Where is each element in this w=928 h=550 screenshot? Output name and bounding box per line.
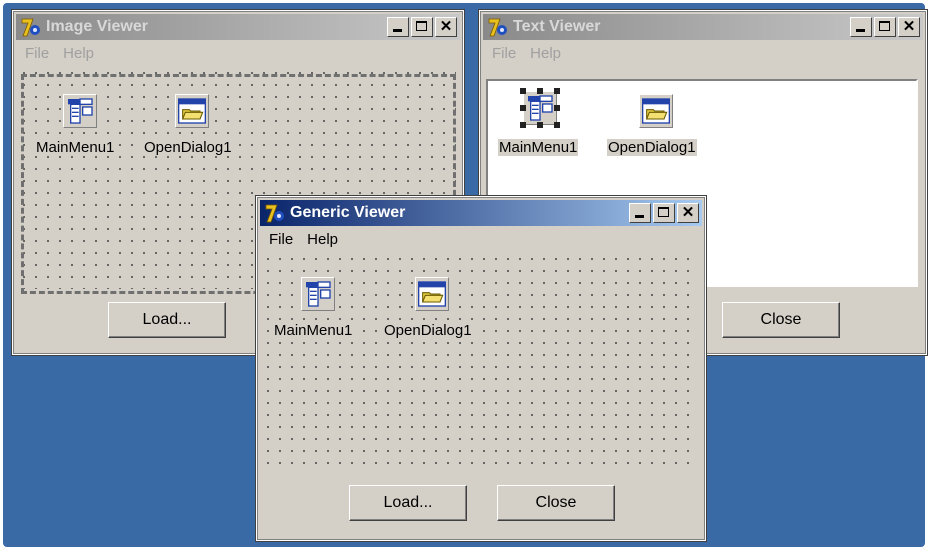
menu-bar: File Help (485, 42, 921, 64)
selection-handle[interactable] (520, 122, 526, 128)
generic-viewer-window: Generic Viewer ✕ File Help MainMenu1 Ope… (255, 195, 707, 542)
window-title: Image Viewer (46, 18, 148, 35)
window-title: Text Viewer (513, 18, 601, 35)
window-title: Generic Viewer (290, 204, 406, 221)
selection-handle[interactable] (554, 105, 560, 111)
selection-handle[interactable] (520, 105, 526, 111)
close-icon[interactable]: ✕ (898, 17, 920, 37)
selection-handle[interactable] (554, 122, 560, 128)
menu-help[interactable]: Help (523, 45, 568, 62)
menu-help[interactable]: Help (56, 45, 101, 62)
menu-file[interactable]: File (262, 231, 300, 248)
load-button[interactable]: Load... (108, 302, 226, 338)
maximize-icon[interactable] (411, 17, 433, 37)
open-dialog-label: OpenDialog1 (383, 322, 473, 339)
open-dialog-component-icon[interactable] (639, 94, 673, 128)
generic-viewer-titlebar[interactable]: Generic Viewer ✕ (260, 200, 702, 226)
menu-help[interactable]: Help (300, 231, 345, 248)
text-viewer-titlebar[interactable]: Text Viewer ✕ (483, 14, 923, 40)
main-menu-component-icon[interactable] (523, 91, 557, 125)
maximize-icon[interactable] (653, 203, 675, 223)
menu-bar: File Help (18, 42, 458, 64)
main-menu-label: MainMenu1 (273, 322, 354, 339)
delphi-app-icon (487, 16, 509, 38)
load-button[interactable]: Load... (349, 485, 467, 521)
image-viewer-titlebar[interactable]: Image Viewer ✕ (16, 14, 460, 40)
selection-handle[interactable] (537, 88, 543, 94)
minimize-icon[interactable] (850, 17, 872, 37)
minimize-icon[interactable] (387, 17, 409, 37)
open-dialog-label: OpenDialog1 (143, 139, 233, 156)
menu-file[interactable]: File (485, 45, 523, 62)
open-dialog-component-icon[interactable] (415, 277, 449, 311)
delphi-app-icon (264, 202, 286, 224)
minimize-icon[interactable] (629, 203, 651, 223)
main-menu-component-icon[interactable] (301, 277, 335, 311)
maximize-icon[interactable] (874, 17, 896, 37)
close-button[interactable]: Close (497, 485, 615, 521)
delphi-app-icon (20, 16, 42, 38)
desktop: Image Viewer ✕ File Help MainMenu1 OpenD… (3, 3, 928, 547)
close-icon[interactable]: ✕ (677, 203, 699, 223)
menu-bar: File Help (262, 228, 700, 250)
close-icon[interactable]: ✕ (435, 17, 457, 37)
selection-handle[interactable] (554, 88, 560, 94)
open-dialog-component-icon[interactable] (175, 94, 209, 128)
open-dialog-label: OpenDialog1 (607, 139, 697, 156)
selection-handle[interactable] (537, 122, 543, 128)
close-button[interactable]: Close (722, 302, 840, 338)
main-menu-label: MainMenu1 (35, 139, 116, 156)
main-menu-label: MainMenu1 (498, 139, 579, 156)
main-menu-component-icon[interactable] (63, 94, 97, 128)
menu-file[interactable]: File (18, 45, 56, 62)
selection-handle[interactable] (520, 88, 526, 94)
